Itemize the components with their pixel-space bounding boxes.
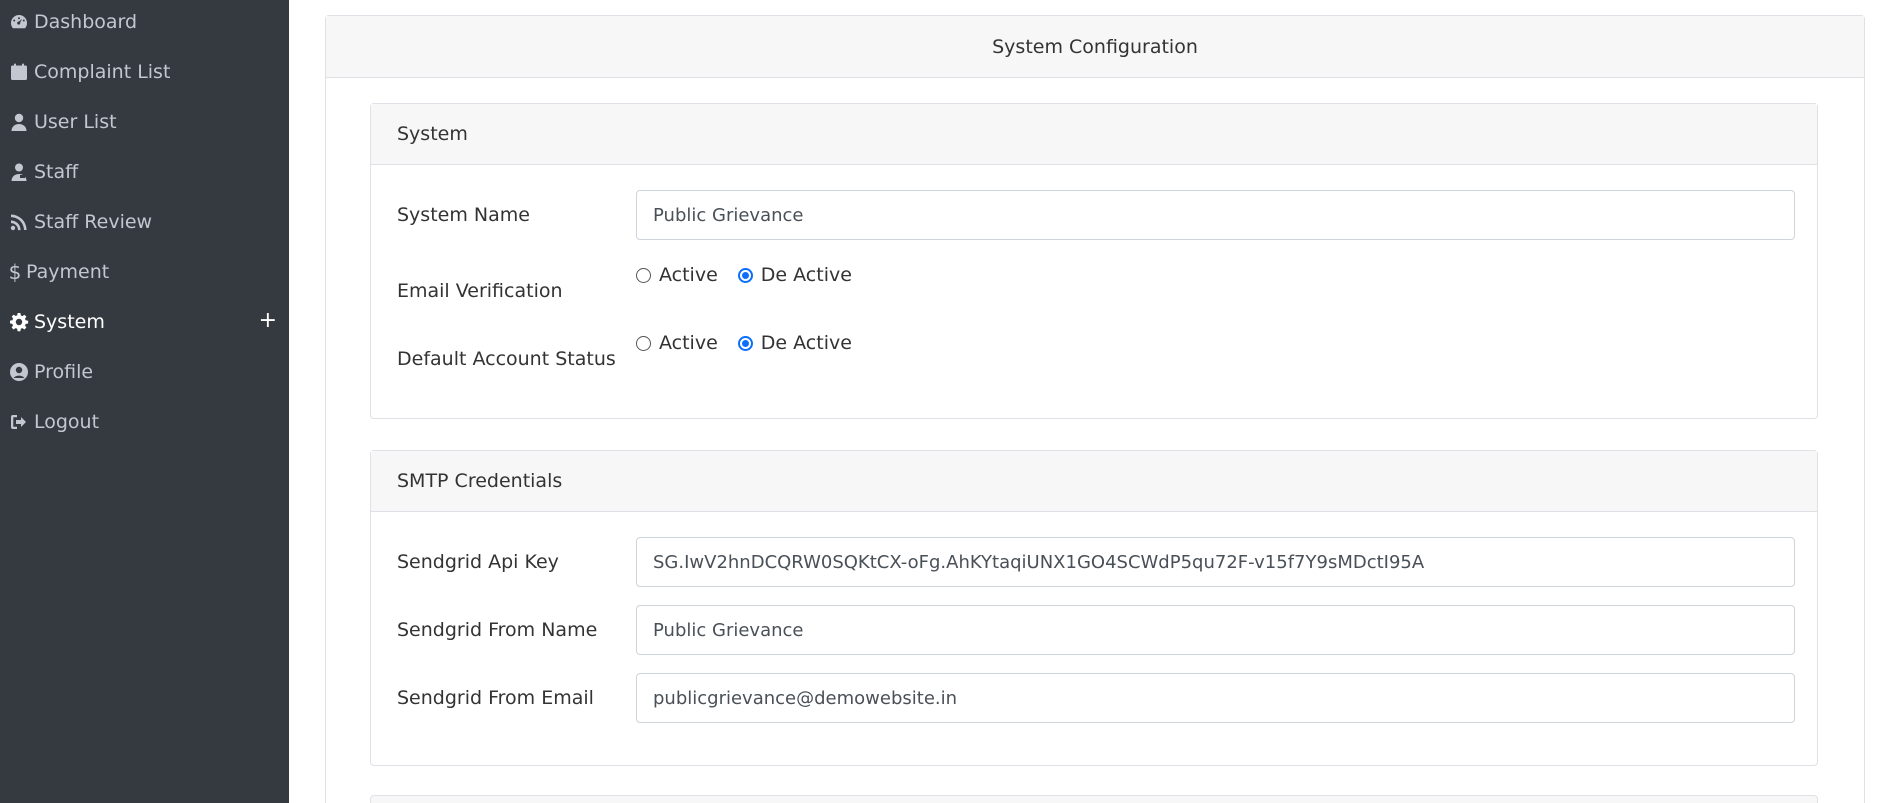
default-account-status-label: Default Account Status (397, 348, 616, 370)
sidebar-item-label: Dashboard (34, 11, 138, 33)
from-email-row: Sendgrid From Email (371, 673, 1817, 723)
sidebar-item-complaint-list[interactable]: Complaint List (0, 47, 289, 97)
radio-button[interactable] (636, 267, 651, 283)
account-status-active-option[interactable]: Active (636, 332, 718, 354)
api-key-row: Sendgrid Api Key (371, 537, 1817, 587)
system-section-title: System (371, 104, 1817, 165)
system-section: System System Name Email Verification Ac… (370, 103, 1818, 419)
from-name-row: Sendgrid From Name (371, 605, 1817, 655)
dollar-icon: $ (8, 260, 22, 284)
account-status-deactive-option[interactable]: De Active (737, 332, 852, 354)
smtp-credentials-section: SMTP Credentials Sendgrid Api Key Sendgr… (370, 450, 1818, 766)
radio-button-checked[interactable] (737, 267, 753, 283)
sendgrid-from-email-input[interactable] (636, 673, 1795, 723)
sidebar-item-user-list[interactable]: User List (0, 97, 289, 147)
sendgrid-api-key-input[interactable] (636, 537, 1795, 587)
system-configuration-card: System Configuration System System Name … (325, 15, 1865, 803)
sidebar-item-label: Staff (34, 161, 79, 183)
radio-button-checked[interactable] (737, 335, 753, 351)
sendgrid-from-email-label: Sendgrid From Email (397, 687, 594, 709)
sidebar-item-label: Complaint List (34, 61, 171, 83)
radio-label: De Active (760, 264, 852, 286)
email-verification-active-option[interactable]: Active (636, 264, 718, 286)
sidebar-item-dashboard[interactable]: Dashboard (0, 0, 289, 47)
radio-label: Active (659, 264, 718, 286)
staff-icon (8, 161, 30, 183)
sendgrid-from-name-label: Sendgrid From Name (397, 619, 598, 641)
sendgrid-api-key-label: Sendgrid Api Key (397, 551, 559, 573)
expand-plus-icon[interactable]: + (259, 310, 277, 332)
next-section-card (370, 795, 1818, 803)
calendar-icon (8, 61, 30, 83)
sidebar-item-label: Logout (34, 411, 100, 433)
system-name-label: System Name (397, 204, 530, 226)
dashboard-icon (8, 11, 30, 33)
radio-label: Active (659, 332, 718, 354)
email-verification-label: Email Verification (397, 280, 563, 302)
system-name-row: System Name (371, 190, 1817, 240)
logout-icon (8, 411, 30, 433)
sidebar-item-system[interactable]: System + (0, 297, 289, 347)
email-verification-deactive-option[interactable]: De Active (737, 264, 852, 286)
user-circle-icon (8, 361, 30, 383)
email-verification-radio-group: Active De Active (636, 260, 872, 290)
sendgrid-from-name-input[interactable] (636, 605, 1795, 655)
sidebar-item-staff[interactable]: Staff (0, 147, 289, 197)
smtp-section-title: SMTP Credentials (371, 451, 1817, 512)
sidebar-item-profile[interactable]: Profile (0, 347, 289, 397)
default-account-status-row: Default Account Status Active De Active (371, 326, 1817, 376)
default-account-status-radio-group: Active De Active (636, 328, 872, 358)
sidebar-item-label: System (34, 311, 105, 333)
sidebar: Dashboard Complaint List User List Staff… (0, 0, 289, 803)
page-title: System Configuration (326, 16, 1864, 78)
radio-label: De Active (760, 332, 852, 354)
sidebar-item-logout[interactable]: Logout (0, 397, 289, 447)
sidebar-item-label: Staff Review (34, 211, 153, 233)
sidebar-item-label: Profile (34, 361, 94, 383)
sidebar-item-payment[interactable]: $ Payment (0, 247, 289, 297)
sidebar-item-label: Payment (26, 261, 110, 283)
email-verification-row: Email Verification Active De Active (371, 258, 1817, 308)
sidebar-item-label: User List (34, 111, 117, 133)
system-name-input[interactable] (636, 190, 1795, 240)
sidebar-item-staff-review[interactable]: Staff Review (0, 197, 289, 247)
radio-button[interactable] (636, 335, 651, 351)
rss-icon (8, 211, 30, 233)
user-icon (8, 111, 30, 133)
gear-icon (8, 311, 30, 333)
